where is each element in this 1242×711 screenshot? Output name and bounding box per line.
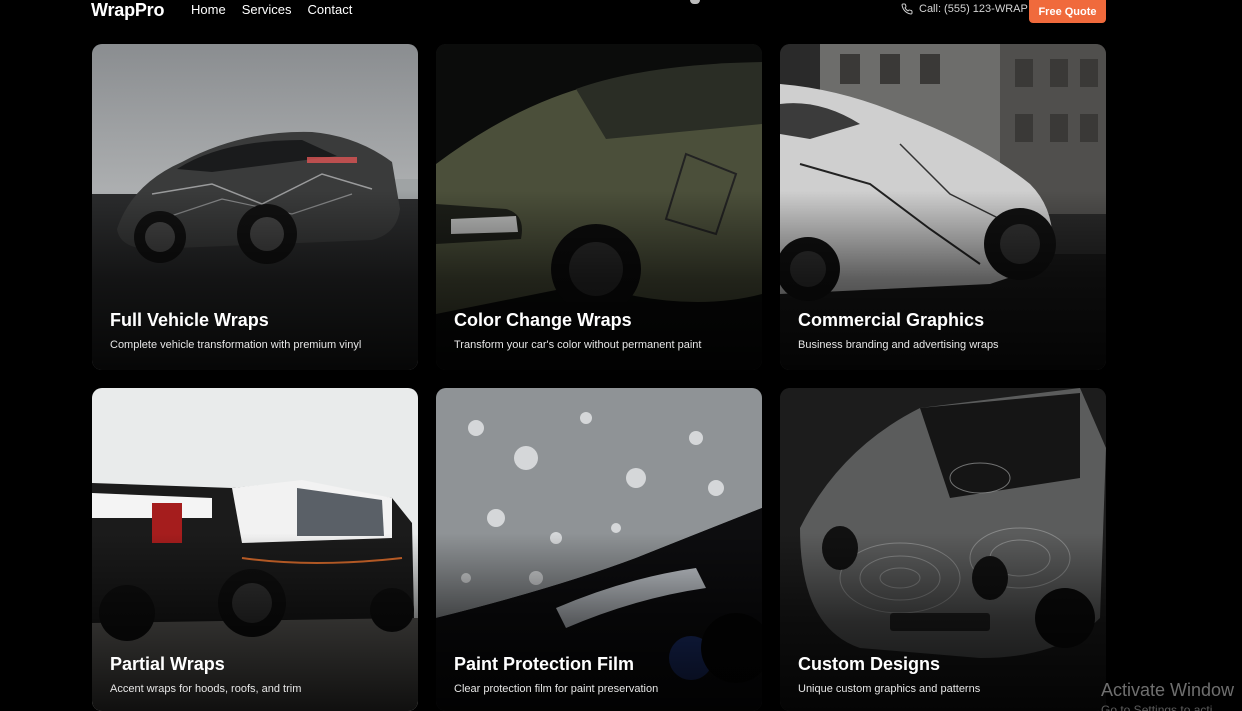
card-description: Complete vehicle transformation with pre… <box>110 339 362 351</box>
card-description: Clear protection film for paint preserva… <box>454 683 659 695</box>
free-quote-button[interactable]: Free Quote <box>1029 0 1106 23</box>
service-card-color-change-wraps[interactable]: Color Change Wraps Transform your car's … <box>436 44 762 370</box>
service-card-paint-protection-film[interactable]: Paint Protection Film Clear protection f… <box>436 388 762 711</box>
service-card-commercial-graphics[interactable]: Commercial Graphics Business branding an… <box>780 44 1106 370</box>
card-description: Business branding and advertising wraps <box>798 339 999 351</box>
card-title: Paint Protection Film <box>454 654 635 674</box>
phone-icon <box>901 3 913 15</box>
logo[interactable]: WrapPro <box>91 0 164 20</box>
activate-windows-watermark: Activate Window <box>1101 680 1235 700</box>
decorative-dot <box>690 0 700 4</box>
service-card-full-vehicle-wraps[interactable]: Full Vehicle Wraps Complete vehicle tran… <box>92 44 418 370</box>
card-description: Unique custom graphics and patterns <box>798 683 981 695</box>
page: WrapPro Home Services Contact Call: (555… <box>0 0 1242 711</box>
nav-contact[interactable]: Contact <box>308 2 353 18</box>
main-nav: Home Services Contact <box>191 2 352 18</box>
phone-link[interactable]: Call: (555) 123-WRAP <box>901 2 1028 16</box>
card-description: Accent wraps for hoods, roofs, and trim <box>110 683 302 695</box>
card-description: Transform your car's color without perma… <box>454 339 702 351</box>
service-card-custom-designs[interactable]: Custom Designs Unique custom graphics an… <box>780 388 1106 711</box>
card-title: Color Change Wraps <box>454 310 632 330</box>
nav-home[interactable]: Home <box>191 2 226 18</box>
card-title: Partial Wraps <box>110 654 225 674</box>
nav-services[interactable]: Services <box>242 2 292 18</box>
header: WrapPro Home Services Contact Call: (555… <box>0 0 1242 26</box>
card-title: Full Vehicle Wraps <box>110 310 269 330</box>
card-title: Custom Designs <box>798 654 941 674</box>
card-title: Commercial Graphics <box>798 310 985 330</box>
phone-number: Call: (555) 123-WRAP <box>919 3 1028 15</box>
service-card-partial-wraps[interactable]: Partial Wraps Accent wraps for hoods, ro… <box>92 388 418 711</box>
activate-windows-subtext: Go to Settings to acti <box>1101 703 1213 711</box>
